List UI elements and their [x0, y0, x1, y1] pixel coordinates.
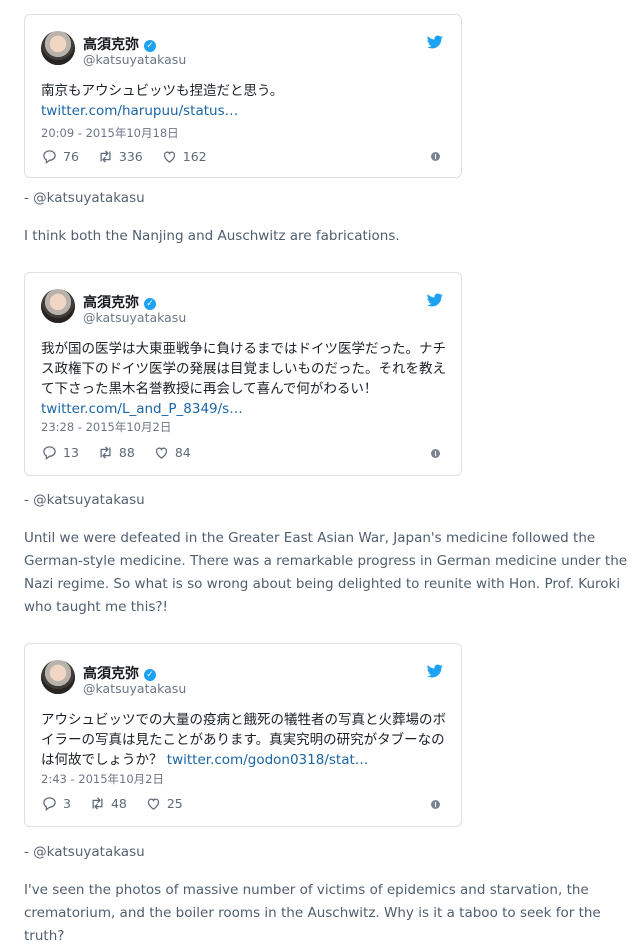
like-count: 25: [166, 796, 183, 811]
tweet-text: 我が国の医学は大東亜戦争に負けるまではドイツ医学だった。ナチス政権下のドイツ医学…: [41, 341, 446, 397]
info-icon[interactable]: [431, 800, 440, 809]
twitter-bird-icon[interactable]: [425, 292, 445, 308]
retweet-icon: [100, 446, 111, 459]
retweet-button[interactable]: 48: [89, 796, 127, 811]
tweet-timestamp[interactable]: 23:28 - 2015年10月2日: [41, 419, 171, 435]
like-button[interactable]: 162: [161, 149, 207, 164]
author-name[interactable]: 高須克弥 ✓: [83, 292, 156, 312]
like-icon: [147, 798, 159, 810]
retweet-count: 88: [118, 445, 135, 460]
tweet-link[interactable]: twitter.com/godon0318/stat…: [167, 752, 368, 768]
tweet-timestamp[interactable]: 2:43 - 2015年10月2日: [41, 771, 164, 787]
retweet-icon: [100, 150, 111, 163]
author-handle[interactable]: @katsuyatakasu: [83, 310, 186, 325]
like-button[interactable]: 25: [145, 796, 183, 811]
tweet-link[interactable]: twitter.com/harupuu/status…: [41, 103, 238, 119]
like-count: 162: [182, 149, 207, 164]
author-handle[interactable]: @katsuyatakasu: [83, 681, 186, 696]
author-name[interactable]: 高須克弥 ✓: [83, 34, 156, 54]
tweet-attribution: - @katsuyatakasu: [24, 844, 145, 860]
tweet-card-3[interactable]: 高須克弥 ✓ @katsuyatakasu アウシュビッツでの大量の疫病と餓死の犠…: [24, 643, 462, 827]
verified-badge-icon: ✓: [144, 669, 156, 681]
reply-icon: [43, 150, 56, 164]
reply-button[interactable]: 13: [41, 445, 79, 460]
reply-count: 76: [63, 149, 79, 164]
tweet-link[interactable]: twitter.com/L_and_P_8349/s…: [41, 401, 243, 417]
reply-icon: [43, 797, 56, 811]
like-button[interactable]: 84: [153, 445, 191, 460]
reply-button[interactable]: 3: [41, 796, 71, 811]
verified-badge-icon: ✓: [144, 40, 156, 52]
avatar[interactable]: [41, 289, 75, 323]
reply-count: 13: [63, 445, 79, 460]
author-handle[interactable]: @katsuyatakasu: [83, 52, 186, 67]
author-name[interactable]: 高須克弥 ✓: [83, 663, 156, 683]
reply-count: 3: [63, 796, 71, 811]
avatar[interactable]: [41, 660, 75, 694]
avatar[interactable]: [41, 31, 75, 65]
retweet-button[interactable]: 336: [97, 149, 143, 164]
translation-paragraph: I think both the Nanjing and Auschwitz a…: [24, 228, 400, 244]
tweet-card-2[interactable]: 高須克弥 ✓ @katsuyatakasu 我が国の医学は大東亜戦争に負けるまでは…: [24, 272, 462, 476]
reply-icon: [43, 446, 56, 460]
retweet-count: 48: [110, 796, 127, 811]
like-icon: [163, 151, 175, 163]
info-icon[interactable]: [431, 152, 440, 161]
verified-badge-icon: ✓: [144, 298, 156, 310]
tweet-timestamp[interactable]: 20:09 - 2015年10月18日: [41, 125, 179, 141]
translation-paragraph: Until we were defeated in the Greater Ea…: [24, 530, 628, 615]
tweet-text: 南京もアウシュビッツも捏造だと思う。: [41, 83, 284, 99]
retweet-count: 336: [118, 149, 143, 164]
retweet-button[interactable]: 88: [97, 445, 135, 460]
tweet-attribution: - @katsuyatakasu: [24, 190, 145, 206]
retweet-icon: [92, 797, 103, 810]
twitter-bird-icon[interactable]: [425, 34, 445, 50]
translation-paragraph: I've seen the photos of massive number o…: [24, 882, 601, 944]
twitter-bird-icon[interactable]: [425, 663, 445, 679]
reply-button[interactable]: 76: [41, 149, 79, 164]
like-count: 84: [174, 445, 191, 460]
tweet-attribution: - @katsuyatakasu: [24, 492, 145, 508]
tweet-card-1[interactable]: 高須克弥 ✓ @katsuyatakasu 南京もアウシュビッツも捏造だと思う。 …: [24, 14, 462, 178]
info-icon[interactable]: [431, 449, 440, 458]
like-icon: [155, 447, 167, 459]
